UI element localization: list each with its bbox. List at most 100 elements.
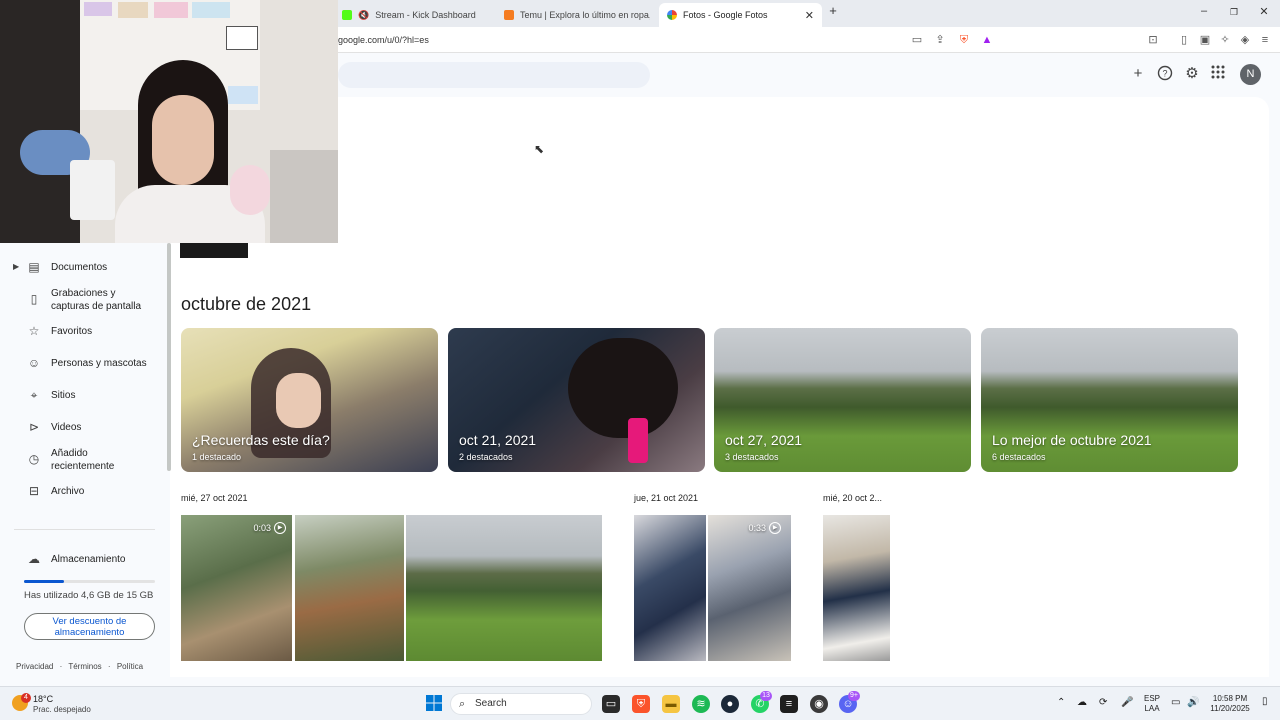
date-group-label: mié, 27 oct 2021 (181, 493, 248, 503)
sidebar-item-label: Documentos (51, 261, 108, 273)
add-icon[interactable]: + (1129, 65, 1147, 83)
keyboard-layout: LAA (1144, 704, 1160, 713)
svg-text:?: ? (1162, 69, 1167, 79)
highlight-subtitle: 2 destacados (459, 452, 513, 462)
photo-thumbnail[interactable]: 0:03 ▶ (181, 515, 292, 661)
language-indicator[interactable]: ESP LAA (1140, 694, 1164, 714)
bunny-plush (230, 165, 270, 215)
cloud-icon: ☁ (28, 552, 40, 566)
photo-hand (276, 373, 321, 428)
video-duration: 0:33 (748, 523, 766, 533)
sidebar-item-label: Videos (51, 421, 82, 433)
tab-kick-dashboard[interactable]: 🔇 Stream - Kick Dashboard (334, 3, 484, 27)
display-icon[interactable]: ▭ (1171, 698, 1180, 708)
microphone-icon[interactable]: 🎤 (1121, 698, 1133, 708)
menu-icon[interactable]: ≡ (1258, 33, 1272, 47)
minimize-button[interactable]: – (1194, 5, 1214, 17)
sync-icon[interactable]: ⟳ (1099, 698, 1107, 708)
muted-icon: 🔇 (358, 9, 370, 20)
app-icon[interactable]: ≡ (780, 695, 798, 713)
highlight-card-recuerdas[interactable]: ¿Recuerdas este día? 1 destacado (181, 328, 438, 472)
notifications-icon[interactable]: ▯ (1262, 697, 1268, 707)
photo-thumbnail[interactable]: 0:33 ▶ (708, 515, 791, 661)
leo-ai-icon[interactable]: ✧ (1218, 33, 1232, 47)
sidebar-item-favoritos[interactable]: ☆ Favoritos (0, 324, 165, 338)
close-window-button[interactable]: ✕ (1254, 5, 1274, 18)
photo-thumbnail[interactable] (634, 515, 706, 661)
photo-subject (568, 338, 678, 438)
tray-overflow-icon[interactable]: ⌃ (1057, 698, 1065, 708)
brave-browser-icon[interactable]: ⛨ (632, 695, 650, 713)
url-field[interactable]: google.com/u/0/?hl=es (338, 35, 429, 45)
windows-taskbar: 4 18°C Prac. despejado ⌕ Search ▭ ⛨ ▬ ≋ … (0, 686, 1280, 720)
highlight-card-best-october[interactable]: Lo mejor de octubre 2021 6 destacados (981, 328, 1238, 472)
brave-rewards-icon[interactable]: ▲ (980, 33, 994, 47)
photo-thumbnail[interactable] (823, 515, 890, 661)
highlight-card-oct21[interactable]: oct 21, 2021 2 destacados (448, 328, 705, 472)
sidebar-item-grabaciones[interactable]: ▯ Grabaciones y capturas de pantalla (0, 285, 165, 313)
highlight-title: Lo mejor de octubre 2021 (992, 432, 1152, 448)
windows-start-icon[interactable] (425, 695, 443, 713)
temu-icon (504, 10, 514, 20)
highlight-title: oct 21, 2021 (459, 432, 537, 448)
photo-thumbnail[interactable] (295, 515, 404, 661)
tab-temu[interactable]: Temu | Explora lo último en ropa, be (496, 3, 650, 27)
sidebar-toggle-icon[interactable]: ▯ (1177, 33, 1191, 47)
brave-shield-icon[interactable]: ⛨ (957, 33, 971, 47)
help-icon[interactable]: ? (1156, 65, 1174, 83)
highlight-subtitle: 3 destacados (725, 452, 779, 462)
file-explorer-icon[interactable]: ▬ (662, 695, 680, 713)
volume-icon[interactable]: 🔊 (1187, 698, 1199, 708)
location-pin-icon: ⌖ (30, 388, 38, 402)
privacy-link[interactable]: Privacidad (16, 662, 53, 671)
cloud-offline-icon[interactable]: ☁ (1077, 698, 1087, 708)
spotify-icon[interactable]: ≋ (692, 695, 710, 713)
sidebar-item-anadido[interactable]: ◷ Añadido recientemente (0, 445, 165, 473)
apps-grid-icon[interactable] (1209, 65, 1227, 83)
video-badge: 0:33 ▶ (748, 522, 781, 534)
close-tab-icon[interactable]: ✕ (805, 9, 814, 22)
screen-record-icon: ▯ (30, 292, 38, 306)
section-title: octubre de 2021 (181, 294, 312, 314)
policy-link[interactable]: Política (117, 662, 143, 671)
vpn-icon[interactable]: ◈ (1238, 33, 1252, 47)
tab-title: Temu | Explora lo último en ropa, be (520, 10, 650, 20)
chair (270, 150, 338, 243)
highlight-card-oct27[interactable]: oct 27, 2021 3 destacados (714, 328, 971, 472)
streamer-face (152, 95, 214, 185)
sidebar-item-label: Almacenamiento (51, 553, 126, 565)
taskbar-search-input[interactable]: ⌕ Search (450, 693, 592, 715)
webcam-device (70, 160, 115, 220)
sidebar-scrollbar[interactable] (167, 243, 171, 471)
avatar[interactable]: N (1240, 64, 1261, 85)
task-view-icon[interactable]: ▭ (602, 695, 620, 713)
photo-thumbnail[interactable] (406, 515, 602, 661)
new-tab-button[interactable]: + (823, 3, 843, 18)
obs-icon[interactable]: ◉ (810, 695, 828, 713)
tab-google-photos[interactable]: Fotos - Google Fotos ✕ (659, 3, 822, 27)
storage-discount-button[interactable]: Ver descuento de almacenamiento (24, 613, 155, 640)
search-input[interactable] (338, 62, 650, 88)
steam-icon[interactable]: ● (721, 695, 739, 713)
terms-link[interactable]: Términos (68, 662, 101, 671)
date-group-label: mié, 20 oct 2... (823, 493, 883, 503)
whatsapp-badge: 13 (760, 691, 772, 701)
wallet-icon[interactable]: ▣ (1198, 33, 1212, 47)
sidebar-item-videos[interactable]: ⊳ Videos (0, 420, 165, 434)
restore-button[interactable]: ❐ (1224, 7, 1244, 18)
sidebar-item-almacenamiento[interactable]: ☁ Almacenamiento (0, 552, 165, 566)
sidebar-item-archivo[interactable]: ⊟ Archivo (0, 484, 165, 498)
mouse-cursor-icon: ⬉ (534, 142, 545, 156)
clock[interactable]: 10:58 PM 11/20/2025 (1206, 694, 1254, 714)
cast-icon[interactable]: ▭ (910, 33, 924, 47)
sidebar-item-sitios[interactable]: ⌖ Sitios (0, 388, 165, 402)
sidebar-item-documentos[interactable]: ▤ Documentos (0, 260, 165, 274)
sidebar-item-personas[interactable]: ☺ Personas y mascotas (0, 356, 165, 370)
clock-date: 11/20/2025 (1210, 704, 1250, 713)
play-icon: ⊳ (28, 420, 40, 434)
share-icon[interactable]: ⇪ (933, 33, 947, 47)
storage-progress-bar (24, 580, 155, 583)
tab-search-icon[interactable]: ⊡ (1146, 33, 1160, 47)
sidebar-item-label: Grabaciones y capturas de pantalla (51, 288, 142, 312)
settings-gear-icon[interactable]: ⚙ (1183, 65, 1201, 83)
